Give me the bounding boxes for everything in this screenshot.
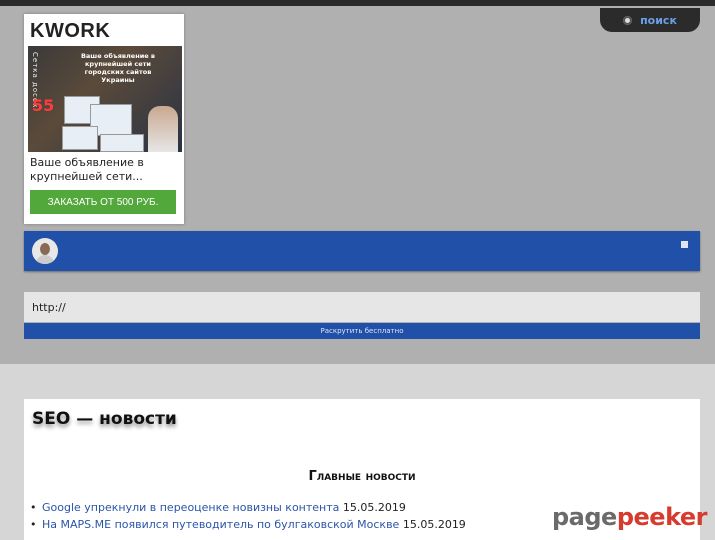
- news-date: 15.05.2019: [342, 501, 406, 514]
- news-date: 15.05.2019: [402, 518, 466, 531]
- ad-text[interactable]: Ваше объявление в крупнейшей сети...: [30, 156, 178, 184]
- kwork-logo: KWORK: [30, 20, 111, 42]
- search-tab[interactable]: поиск: [600, 8, 700, 32]
- ad-number: 55: [32, 96, 55, 115]
- news-link[interactable]: На MAPS.ME появился путеводитель по булг…: [42, 518, 399, 531]
- watermark-part2: peeker: [616, 503, 708, 531]
- ad-promo-text: Ваше объявление в крупнейшей сети городс…: [80, 52, 156, 84]
- avatar-head: [40, 243, 50, 255]
- screenshot-thumb: [100, 134, 144, 152]
- section-heading: Главные новости: [308, 469, 416, 484]
- page-title: SEO — новости: [32, 409, 177, 429]
- news-list: Google упрекнули в переоценке новизны ко…: [28, 499, 466, 533]
- list-item: Google упрекнули в переоценке новизны ко…: [28, 499, 466, 516]
- kwork-ad[interactable]: KWORK Сетка досок Ваше объявление в круп…: [24, 14, 184, 224]
- radio-icon: [623, 15, 633, 25]
- url-input[interactable]: [24, 292, 700, 322]
- ad-image[interactable]: Сетка досок Ваше объявление в крупнейшей…: [28, 46, 182, 152]
- list-item: На MAPS.ME появился путеводитель по булг…: [28, 516, 466, 533]
- order-button[interactable]: ЗАКАЗАТЬ ОТ 500 РУБ.: [30, 190, 176, 214]
- user-bar: [24, 231, 700, 271]
- promote-button[interactable]: Раскрутить бесплатно: [24, 323, 700, 339]
- news-link[interactable]: Google упрекнули в переоценке новизны ко…: [42, 501, 339, 514]
- avatar-body: [36, 255, 54, 264]
- avatar[interactable]: [32, 238, 58, 264]
- watermark-part1: page: [552, 503, 617, 531]
- pagepeeker-watermark: pagepeeker: [552, 503, 708, 531]
- menu-icon[interactable]: [681, 241, 688, 248]
- search-label: поиск: [640, 13, 677, 27]
- top-border: [0, 0, 715, 6]
- person-photo: [148, 106, 178, 152]
- screenshot-thumb: [62, 126, 98, 150]
